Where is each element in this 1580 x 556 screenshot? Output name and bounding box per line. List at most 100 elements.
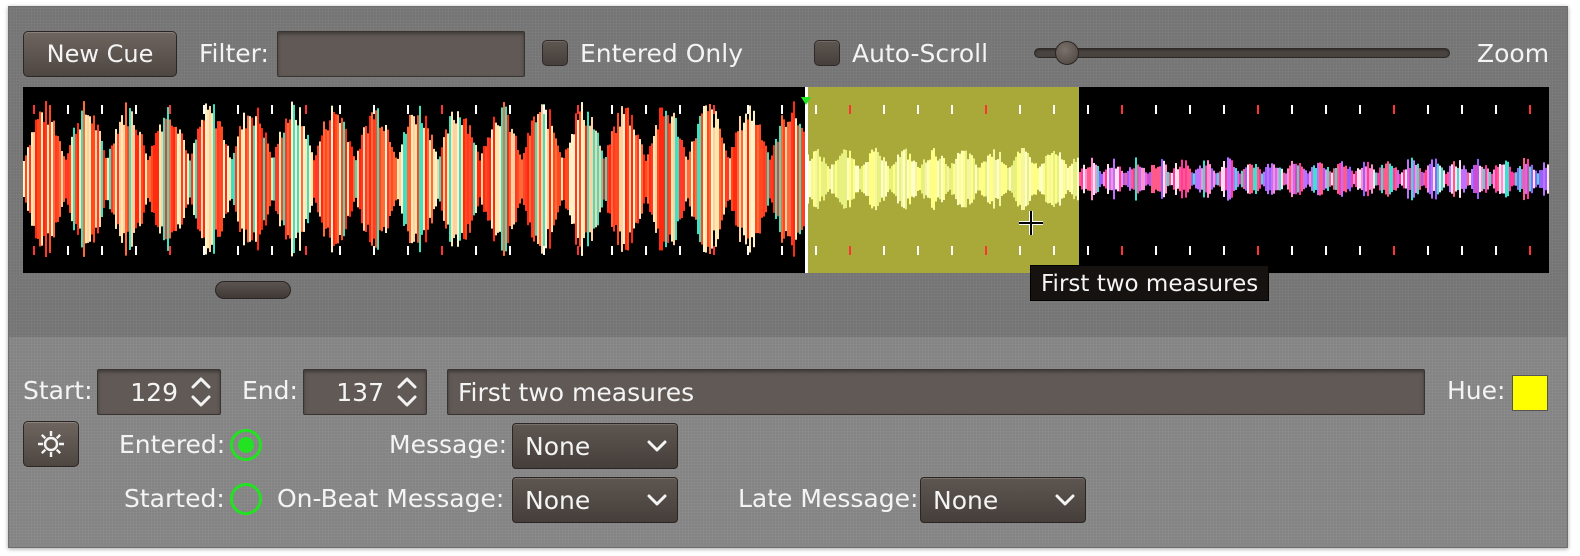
message-select[interactable]: None (512, 423, 678, 469)
waveform-bar (1421, 171, 1423, 187)
waveform-bar (779, 125, 781, 233)
waveform-bar (505, 106, 507, 252)
spinner-arrows-icon[interactable] (188, 374, 214, 410)
beat-tick-bottom (985, 246, 987, 255)
waveform-bar (1179, 166, 1181, 192)
waveform-bar (249, 116, 251, 242)
waveform-bar (1405, 169, 1407, 189)
waveform-bar (1383, 168, 1385, 190)
waveform-bar (981, 162, 983, 196)
waveform-bar (305, 138, 307, 220)
waveform-bar (831, 164, 833, 194)
start-spinner[interactable]: 129 (97, 369, 221, 415)
beat-tick-bottom (1223, 246, 1225, 255)
beat-tick-bottom (781, 246, 783, 255)
waveform-bar (73, 127, 75, 231)
end-value: 137 (336, 377, 384, 407)
waveform-bar (791, 112, 793, 246)
filter-input[interactable] (277, 31, 525, 77)
waveform-bar (1413, 160, 1415, 198)
waveform-bar (309, 145, 311, 213)
beat-tick-bottom (883, 246, 885, 255)
waveform-bar (1029, 157, 1031, 201)
waveform-bar (1087, 167, 1089, 191)
waveform-bar (1097, 165, 1099, 193)
waveform-scrollbar-thumb[interactable] (215, 281, 291, 299)
waveform-bar (137, 135, 139, 223)
waveform-bar (577, 119, 579, 239)
waveform-bar (593, 129, 595, 229)
waveform-bar (67, 153, 69, 205)
waveform-bar (1425, 169, 1427, 189)
waveform-bar (299, 107, 301, 251)
waveform-bar (1363, 161, 1365, 197)
waveform-bar (247, 115, 249, 243)
on-beat-message-select[interactable]: None (512, 477, 678, 523)
waveform-bar (1119, 166, 1121, 192)
waveform-bar (1011, 165, 1013, 193)
waveform-bar (453, 119, 455, 239)
waveform-bar (281, 137, 283, 221)
waveform-bar (1205, 165, 1207, 193)
spinner-arrows-icon[interactable] (394, 374, 420, 410)
beat-tick-top (135, 105, 137, 114)
waveform-bar (25, 155, 27, 203)
waveform-bar (625, 108, 627, 250)
waveform-canvas[interactable] (23, 87, 1549, 273)
waveform-bar (1259, 169, 1261, 189)
waveform-bar (873, 151, 875, 207)
zoom-slider-knob[interactable] (1054, 41, 1079, 65)
waveform-bar (375, 110, 377, 248)
auto-scroll-checkbox[interactable] (814, 40, 840, 66)
waveform-bar (821, 161, 823, 197)
beat-tick-bottom (1325, 246, 1327, 255)
waveform-display[interactable] (23, 87, 1549, 273)
beat-tick-top (747, 105, 749, 114)
waveform-bar (1027, 152, 1029, 206)
zoom-label: Zoom (1477, 39, 1550, 68)
waveform-bar (777, 141, 779, 217)
waveform-bar (377, 108, 379, 250)
beat-tick-bottom (1495, 246, 1497, 255)
waveform-bar (997, 159, 999, 199)
waveform-bar (271, 157, 273, 201)
zoom-slider-track[interactable] (1034, 48, 1450, 58)
waveform-bar (611, 131, 613, 227)
waveform-bar (1237, 170, 1239, 188)
waveform-bar (337, 114, 339, 244)
waveform-bar (1329, 171, 1331, 187)
end-spinner[interactable]: 137 (303, 369, 427, 415)
waveform-bar (787, 121, 789, 237)
waveform-bar (365, 125, 367, 233)
waveform-bar (585, 125, 587, 233)
waveform-bar (927, 160, 929, 198)
beat-tick-bottom (475, 246, 477, 255)
waveform-bar (95, 130, 97, 228)
entered-only-checkbox[interactable] (542, 40, 568, 66)
waveform-bar (751, 120, 753, 238)
hue-swatch[interactable] (1512, 375, 1548, 411)
waveform-bar (1305, 170, 1307, 188)
beat-tick-bottom (815, 246, 817, 255)
waveform-bar (605, 157, 607, 201)
waveform-bar (355, 160, 357, 198)
beat-tick-bottom (1427, 246, 1429, 255)
new-cue-button[interactable]: New Cue (23, 31, 177, 77)
waveform-bar (181, 133, 183, 225)
waveform-bar (929, 159, 931, 199)
cue-comment-input[interactable] (447, 369, 1425, 415)
waveform-bar (935, 156, 937, 202)
waveform-bar (531, 120, 533, 238)
waveform-bar (153, 145, 155, 213)
beat-tick-top (1529, 105, 1531, 114)
hue-label: Hue: (1447, 376, 1506, 405)
late-message-select[interactable]: None (920, 477, 1086, 523)
cue-settings-button[interactable] (23, 421, 79, 467)
waveform-bar (1297, 165, 1299, 193)
beat-tick-bottom (645, 246, 647, 255)
waveform-bar (303, 126, 305, 232)
waveform-bar (497, 125, 499, 233)
waveform-bar (665, 110, 667, 248)
waveform-bar (775, 138, 777, 220)
waveform-bar (1263, 171, 1265, 187)
